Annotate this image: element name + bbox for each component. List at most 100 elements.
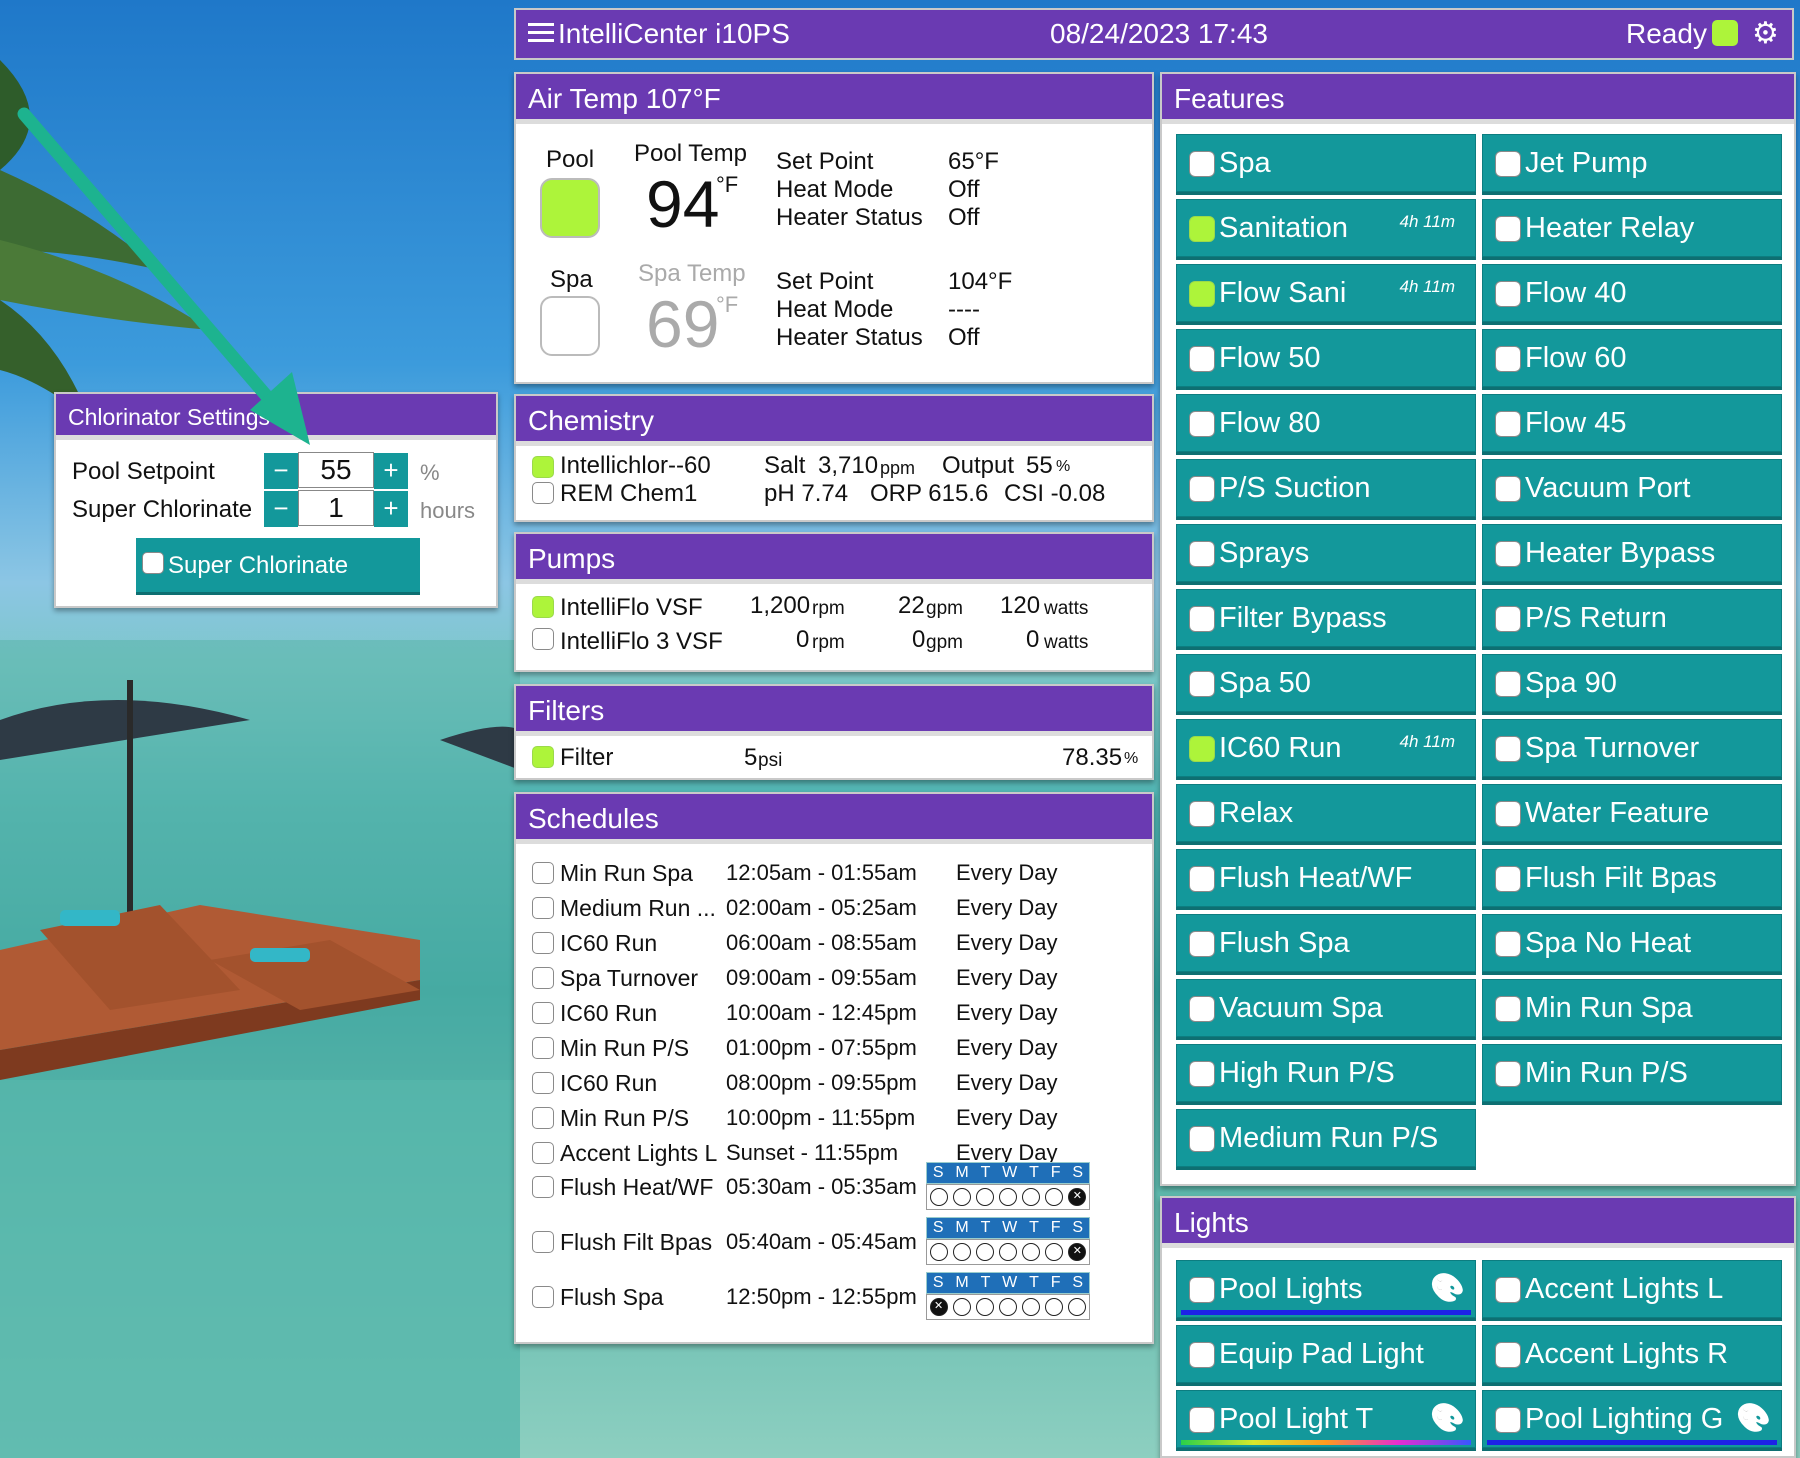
feature-button[interactable]: Flow Sani 4h 11m xyxy=(1176,264,1476,322)
schedule-day-picker[interactable]: S M T W T F S ✕ xyxy=(926,1272,1090,1320)
day-toggle[interactable]: ✕ xyxy=(1068,1188,1087,1206)
feature-checkbox[interactable] xyxy=(1189,541,1215,567)
feature-button[interactable]: Spa Turnover xyxy=(1482,719,1782,777)
feature-checkbox[interactable] xyxy=(1189,801,1215,827)
day-toggle[interactable] xyxy=(1022,1243,1041,1261)
light-checkbox[interactable] xyxy=(1189,1277,1215,1303)
day-toggle[interactable]: ✕ xyxy=(929,1298,948,1316)
feature-button[interactable]: High Run P/S xyxy=(1176,1044,1476,1102)
feature-button[interactable]: Flush Filt Bpas xyxy=(1482,849,1782,907)
super-chlorinate-checkbox[interactable] xyxy=(142,552,164,574)
light-button[interactable]: Pool Lights 🎨 xyxy=(1176,1260,1476,1318)
feature-checkbox[interactable] xyxy=(1189,671,1215,697)
feature-button[interactable]: Min Run Spa xyxy=(1482,979,1782,1037)
light-button[interactable]: Accent Lights L xyxy=(1482,1260,1782,1318)
pool-setpoint-increment-button[interactable]: + xyxy=(374,453,408,489)
feature-checkbox[interactable] xyxy=(1189,996,1215,1022)
feature-button[interactable]: Heater Bypass xyxy=(1482,524,1782,582)
super-chlorinate-decrement-button[interactable]: − xyxy=(264,491,298,527)
feature-button[interactable]: Vacuum Port xyxy=(1482,459,1782,517)
schedule-checkbox[interactable] xyxy=(532,1231,554,1253)
feature-button[interactable]: Flow 50 xyxy=(1176,329,1476,387)
schedule-checkbox[interactable] xyxy=(532,932,554,954)
feature-checkbox[interactable] xyxy=(1189,476,1215,502)
super-chlorinate-stepper[interactable]: −1 + xyxy=(264,490,408,527)
feature-button[interactable]: Spa No Heat xyxy=(1482,914,1782,972)
feature-button[interactable]: Medium Run P/S xyxy=(1176,1109,1476,1167)
feature-checkbox[interactable] xyxy=(1189,931,1215,957)
feature-button[interactable]: IC60 Run 4h 11m xyxy=(1176,719,1476,777)
schedule-checkbox[interactable] xyxy=(532,1037,554,1059)
feature-checkbox[interactable] xyxy=(1189,736,1215,762)
day-toggle[interactable] xyxy=(1068,1298,1087,1316)
feature-button[interactable]: Spa 90 xyxy=(1482,654,1782,712)
palette-icon[interactable]: 🎨 xyxy=(1736,1401,1771,1434)
light-checkbox[interactable] xyxy=(1189,1407,1215,1433)
feature-button[interactable]: Flow 60 xyxy=(1482,329,1782,387)
day-toggle[interactable] xyxy=(929,1243,948,1261)
feature-button[interactable]: Sanitation 4h 11m xyxy=(1176,199,1476,257)
feature-button[interactable]: Flush Spa xyxy=(1176,914,1476,972)
light-checkbox[interactable] xyxy=(1495,1277,1521,1303)
feature-checkbox[interactable] xyxy=(1495,1061,1521,1087)
feature-checkbox[interactable] xyxy=(1189,606,1215,632)
day-toggle[interactable] xyxy=(998,1298,1017,1316)
spa-toggle[interactable] xyxy=(540,296,600,356)
chem-rem-checkbox[interactable] xyxy=(532,482,554,504)
feature-button[interactable]: Sprays xyxy=(1176,524,1476,582)
schedule-day-picker[interactable]: S M T W T F S ✕ xyxy=(926,1217,1090,1265)
feature-checkbox[interactable] xyxy=(1189,281,1215,307)
day-toggle[interactable] xyxy=(998,1243,1017,1261)
feature-checkbox[interactable] xyxy=(1189,411,1215,437)
feature-checkbox[interactable] xyxy=(1189,346,1215,372)
day-toggle[interactable] xyxy=(1045,1298,1064,1316)
feature-button[interactable]: Water Feature xyxy=(1482,784,1782,842)
feature-button[interactable]: Relax xyxy=(1176,784,1476,842)
gears-icon[interactable]: ⚙ xyxy=(1752,16,1779,51)
super-chlorinate-button[interactable]: Super Chlorinate xyxy=(136,538,420,592)
super-chlorinate-input[interactable]: 1 xyxy=(298,490,374,526)
hamburger-menu-icon[interactable] xyxy=(528,20,554,44)
schedule-checkbox[interactable] xyxy=(532,862,554,884)
pump-1-checkbox[interactable] xyxy=(532,596,554,618)
light-button[interactable]: Pool Lighting G 🎨 xyxy=(1482,1390,1782,1448)
day-toggle[interactable] xyxy=(975,1243,994,1261)
light-button[interactable]: Equip Pad Light xyxy=(1176,1325,1476,1383)
schedule-checkbox[interactable] xyxy=(532,1002,554,1024)
schedule-day-picker[interactable]: S M T W T F S ✕ xyxy=(926,1162,1090,1210)
schedule-checkbox[interactable] xyxy=(532,897,554,919)
schedule-checkbox[interactable] xyxy=(532,1176,554,1198)
feature-button[interactable]: Min Run P/S xyxy=(1482,1044,1782,1102)
day-toggle[interactable] xyxy=(952,1298,971,1316)
light-button[interactable]: Pool Light T 🎨 xyxy=(1176,1390,1476,1448)
feature-checkbox[interactable] xyxy=(1495,216,1521,242)
super-chlorinate-increment-button[interactable]: + xyxy=(374,491,408,527)
chem-intellichlor-checkbox[interactable] xyxy=(532,456,554,478)
feature-checkbox[interactable] xyxy=(1495,476,1521,502)
day-toggle[interactable] xyxy=(952,1243,971,1261)
feature-button[interactable]: Heater Relay xyxy=(1482,199,1782,257)
day-toggle[interactable] xyxy=(1045,1243,1064,1261)
day-toggle[interactable] xyxy=(952,1188,971,1206)
light-button[interactable]: Accent Lights R xyxy=(1482,1325,1782,1383)
feature-checkbox[interactable] xyxy=(1189,151,1215,177)
day-toggle[interactable] xyxy=(998,1188,1017,1206)
feature-checkbox[interactable] xyxy=(1495,411,1521,437)
feature-checkbox[interactable] xyxy=(1495,801,1521,827)
feature-button[interactable]: Vacuum Spa xyxy=(1176,979,1476,1037)
feature-checkbox[interactable] xyxy=(1495,281,1521,307)
light-checkbox[interactable] xyxy=(1495,1342,1521,1368)
day-toggle[interactable] xyxy=(975,1188,994,1206)
feature-button[interactable]: Flow 40 xyxy=(1482,264,1782,322)
feature-button[interactable]: Flow 80 xyxy=(1176,394,1476,452)
schedule-checkbox[interactable] xyxy=(532,1072,554,1094)
feature-checkbox[interactable] xyxy=(1495,866,1521,892)
feature-button[interactable]: P/S Suction xyxy=(1176,459,1476,517)
feature-checkbox[interactable] xyxy=(1495,736,1521,762)
feature-button[interactable]: Spa 50 xyxy=(1176,654,1476,712)
feature-button[interactable]: P/S Return xyxy=(1482,589,1782,647)
feature-button[interactable]: Jet Pump xyxy=(1482,134,1782,192)
feature-checkbox[interactable] xyxy=(1189,866,1215,892)
pump-2-checkbox[interactable] xyxy=(532,628,554,650)
palette-icon[interactable]: 🎨 xyxy=(1430,1401,1465,1434)
